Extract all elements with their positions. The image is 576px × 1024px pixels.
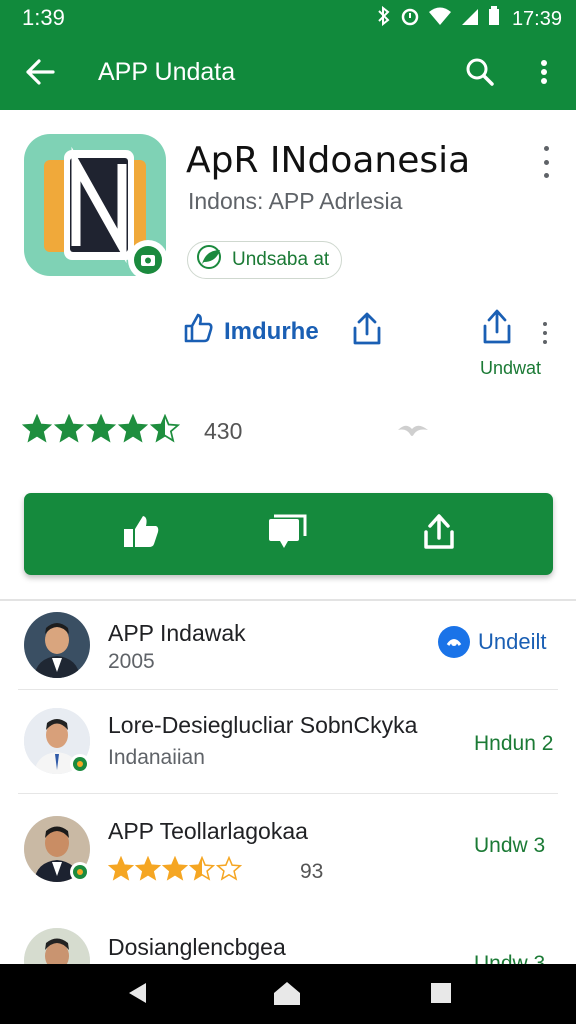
download-button[interactable]: Imdurhe [182,312,319,351]
rating-stars [22,414,180,444]
back-button[interactable] [20,54,60,94]
verified-badge [128,240,168,280]
app-bar: APP Undata [0,36,576,110]
overflow-menu-button[interactable] [526,54,562,94]
search-button[interactable] [460,54,500,94]
leaf-icon [196,244,224,276]
update-share-button[interactable] [480,308,540,351]
share-icon [420,513,458,556]
alarm-icon [400,6,420,32]
recents-icon [430,982,452,1009]
update-chip-label: Undsaba at [232,249,330,270]
nav-back-button[interactable] [124,982,150,1008]
star-icon [162,856,188,881]
home-icon [273,980,301,1011]
nav-recents-button[interactable] [428,982,454,1008]
verified-badge-icon [73,865,87,879]
battery-icon [488,6,500,32]
list-item-action-button[interactable]: Hndun 2 [474,732,553,756]
list-item-action-button[interactable]: Undeilt [438,626,546,658]
more-dot-icon [543,146,549,151]
avatar-badge [70,754,90,774]
status-bar: 1:39 17:39 [0,0,576,36]
share-icon [350,312,384,350]
app-bar-title: APP Undata [98,58,236,86]
thumbs-up-icon [121,513,161,556]
avatar [24,816,92,884]
action-bar [24,493,553,575]
list-divider [18,793,558,794]
star-icon [108,856,134,881]
wifi-icon [428,6,452,32]
list-item-title: Dosianglencbgea [108,934,286,960]
camera-badge-icon [134,246,162,274]
like-button[interactable] [118,511,164,557]
star-icon [150,414,180,443]
search-icon [465,57,495,92]
more-dot-icon [543,322,547,326]
signal-icon [460,6,480,32]
update-chip[interactable]: Undsaba at [187,241,343,279]
star-icon [135,856,161,881]
more-dot-icon [543,340,547,344]
list-divider [18,689,558,690]
list-item-action-label: Undeilt [478,629,547,654]
app-developer[interactable]: Indons: APP Adrlesia [188,188,402,215]
rating-count: 430 [204,418,243,444]
download-label: Imdurhe [224,317,319,345]
bluetooth-icon [376,5,392,32]
person-avatar-icon [24,612,90,678]
status-time: 1:39 [22,5,65,30]
list-item-action-button[interactable]: Undw 3 [474,834,545,858]
nav-home-button[interactable] [273,980,301,1011]
avatar-badge [70,862,90,882]
list-item-subtitle: Indanaiian [108,746,205,769]
star-icon [189,856,215,881]
app-icon [24,134,168,280]
list-item-title: Lore-Desieglucliar SobnCkyka [108,712,418,738]
star-icon [118,414,148,443]
action-row-more-button[interactable] [540,322,550,344]
download-circle-icon [438,626,470,658]
section-divider [0,599,576,601]
star-icon [216,856,242,881]
nav-back-icon [126,981,148,1010]
list-item-rating-count: 93 [300,860,324,883]
more-vert-icon [540,59,548,90]
share-button[interactable] [350,312,384,351]
comment-button[interactable] [264,511,310,557]
list-item-subtitle: 2005 [108,650,155,673]
back-arrow-icon [25,58,55,90]
star-icon [22,414,52,443]
thumbs-up-outline-icon [182,312,214,351]
comment-icon [266,513,308,556]
avatar [24,708,92,776]
star-icon [86,414,116,443]
list-item-rating-stars [108,856,242,882]
more-dot-icon [543,159,549,165]
share-app-button[interactable] [416,511,462,557]
header-more-button[interactable] [536,146,556,178]
verified-badge-icon [73,757,87,771]
upload-icon [480,309,514,350]
star-icon [54,414,84,443]
app-title: ApR INdoanesia [186,140,471,181]
avatar [24,612,92,680]
more-dot-icon [543,173,549,178]
list-item-title: APP Teollarlagokaa [108,818,308,844]
more-dot-icon [543,331,547,335]
update-action-label[interactable]: Undwat [480,358,541,379]
status-icons: 17:39 [376,5,562,32]
system-nav-bar [0,964,576,1024]
bird-icon [396,420,430,445]
status-clock: 17:39 [511,7,562,30]
list-item-title: APP Indawak [108,620,246,646]
